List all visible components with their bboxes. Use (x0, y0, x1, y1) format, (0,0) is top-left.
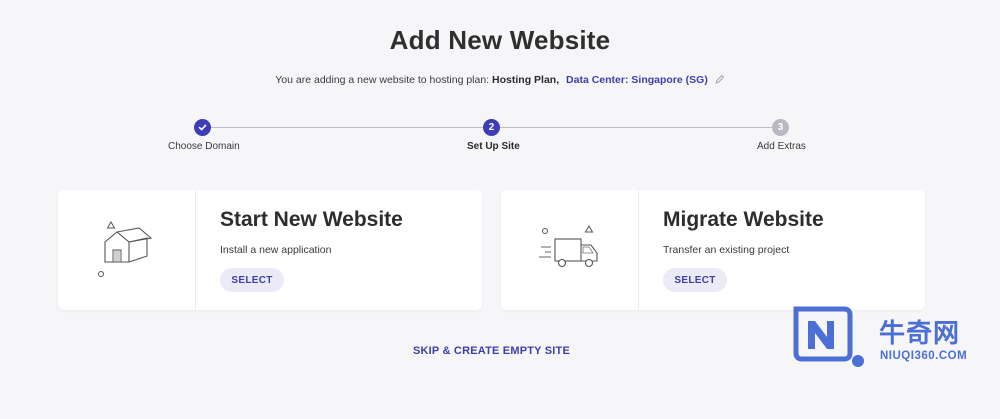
step-2-indicator: 2 (483, 119, 500, 136)
migrate-website-card[interactable]: Migrate Website Transfer an existing pro… (501, 190, 925, 310)
hosting-plan-name: Hosting Plan, (492, 74, 560, 86)
migrate-website-title: Migrate Website (663, 208, 824, 231)
pencil-icon[interactable] (715, 74, 725, 87)
step-3-indicator: 3 (772, 119, 789, 136)
hosting-plan-info: You are adding a new website to hosting … (0, 74, 1000, 87)
step-connector (500, 127, 773, 128)
step-1-label: Choose Domain (168, 141, 240, 152)
step-2-label: Set Up Site (467, 141, 520, 152)
start-new-website-select-button[interactable]: SELECT (220, 268, 284, 292)
watermark-domain-text: NIUQI360.COM (880, 350, 968, 362)
truck-icon (501, 190, 639, 310)
progress-stepper: 2 3 Choose Domain Set Up Site Add Extras (0, 119, 1000, 169)
page-title: Add New Website (389, 25, 611, 55)
house-icon (58, 190, 196, 310)
step-connector (211, 127, 483, 128)
niuqi-logo-icon (793, 306, 864, 367)
datacenter-link[interactable]: Data Center: Singapore (SG) (566, 74, 708, 86)
migrate-website-description: Transfer an existing project (663, 244, 790, 256)
step-3-label: Add Extras (757, 141, 806, 152)
watermark-logo: 牛奇网 NIUQI360.COM (792, 305, 992, 375)
start-new-website-description: Install a new application (220, 244, 332, 256)
start-new-website-title: Start New Website (220, 208, 403, 231)
start-new-website-card[interactable]: Start New Website Install a new applicat… (58, 190, 482, 310)
watermark-chinese-text: 牛奇网 (879, 319, 961, 349)
migrate-website-select-button[interactable]: SELECT (663, 268, 727, 292)
subtitle-prefix: You are adding a new website to hosting … (275, 74, 490, 86)
step-1-check-icon (194, 119, 211, 136)
